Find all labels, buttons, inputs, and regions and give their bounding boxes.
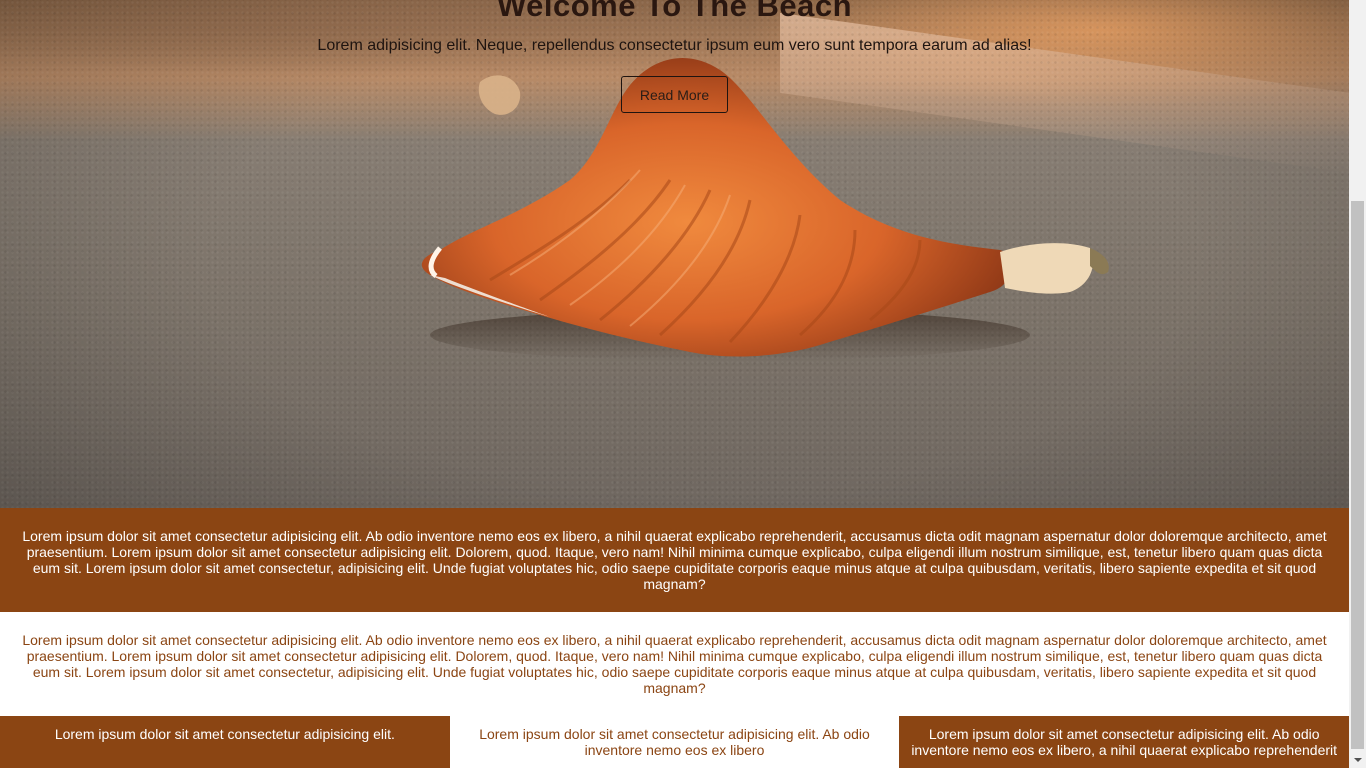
column-2-text: Lorem ipsum dolor sit amet consectetur a…	[479, 726, 870, 758]
three-column-section: Lorem ipsum dolor sit amet consectetur a…	[0, 716, 1349, 768]
hero-subtitle: Lorem adipisicing elit. Neque, repellend…	[317, 37, 1032, 54]
chevron-down-icon	[1353, 757, 1362, 762]
brown-text-section: Lorem ipsum dolor sit amet consectetur a…	[0, 508, 1349, 612]
column-1-text: Lorem ipsum dolor sit amet consectetur a…	[54, 726, 395, 742]
column-3: Lorem ipsum dolor sit amet consectetur a…	[899, 716, 1349, 768]
scroll-down-arrow[interactable]	[1349, 751, 1366, 768]
hero-title: Welcome To The Beach	[496, 0, 853, 23]
hero-banner: Welcome To The Beach Lorem adipisicing e…	[0, 0, 1349, 508]
read-more-button[interactable]: Read More	[621, 76, 728, 113]
page: Welcome To The Beach Lorem adipisicing e…	[0, 0, 1349, 768]
column-3-text: Lorem ipsum dolor sit amet consectetur a…	[911, 726, 1338, 758]
brown-section-paragraph: Lorem ipsum dolor sit amet consectetur a…	[22, 528, 1327, 592]
column-1: Lorem ipsum dolor sit amet consectetur a…	[0, 716, 450, 768]
column-2: Lorem ipsum dolor sit amet consectetur a…	[449, 716, 900, 768]
white-section-paragraph: Lorem ipsum dolor sit amet consectetur a…	[22, 632, 1327, 696]
scrollbar-thumb[interactable]	[1351, 201, 1364, 749]
white-text-section: Lorem ipsum dolor sit amet consectetur a…	[0, 612, 1349, 716]
